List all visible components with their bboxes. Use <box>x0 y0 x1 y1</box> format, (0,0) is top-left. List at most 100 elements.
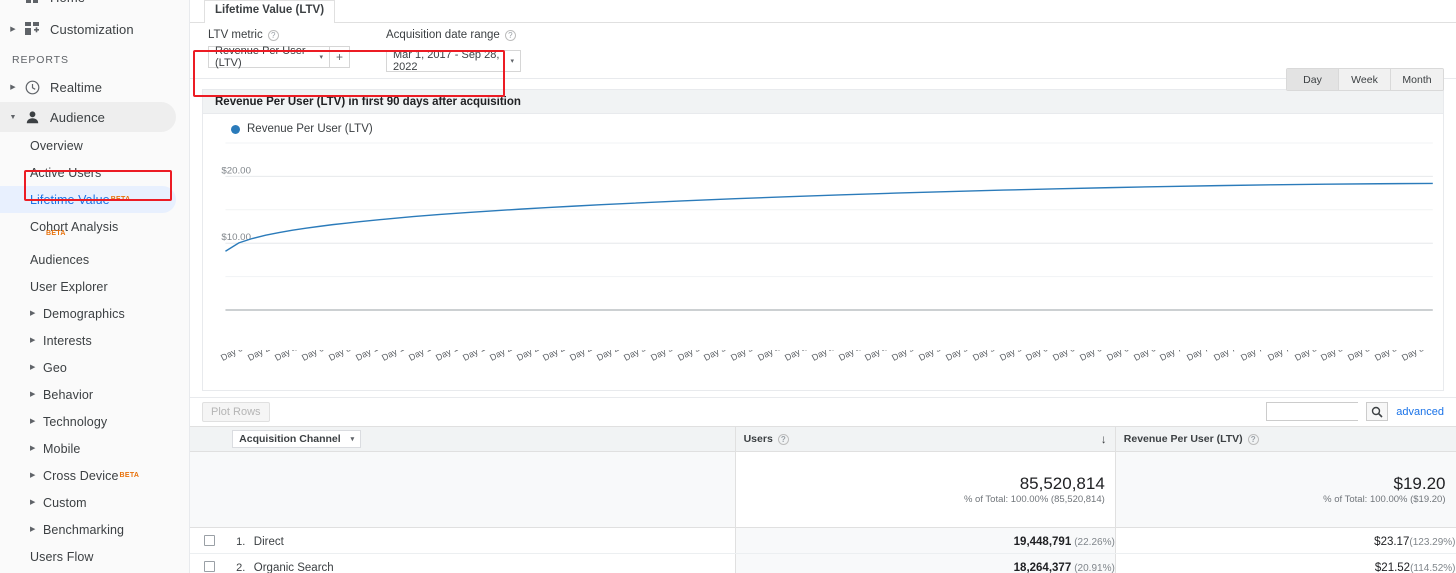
sidebar-item-cohort-analysis[interactable]: Cohort Analysis BETA <box>0 213 189 240</box>
row-checkbox[interactable] <box>203 560 215 572</box>
date-range-select[interactable]: Mar 1, 2017 - Sep 28, 2022 ▾ <box>386 49 521 73</box>
search-input[interactable] <box>1266 402 1359 421</box>
x-axis-tick-label: Day 26 <box>568 350 599 363</box>
tab-lifetime-value[interactable]: Lifetime Value (LTV) <box>204 0 336 23</box>
analytics-app: Home ▶ Customization REPORTS ▶ R <box>0 0 1456 573</box>
users-header[interactable]: Users ? ↓ <box>734 426 1116 452</box>
chevron-right-icon: ▶ <box>10 25 16 33</box>
sidebar-item-benchmarking[interactable]: ▶ Benchmarking <box>0 516 189 543</box>
sidebar-item-mobile-label: Mobile <box>43 441 81 456</box>
x-axis-tick-label: Day 8 <box>326 350 353 363</box>
tab-lifetime-value-label: Lifetime Value (LTV) <box>215 3 325 16</box>
row-checkbox-cell[interactable] <box>190 527 229 554</box>
chart-svg: $10.00 $20.00 <box>221 142 1443 311</box>
sidebar-item-audiences[interactable]: Audiences <box>0 246 189 273</box>
search-icon <box>1372 406 1383 418</box>
sidebar-item-home[interactable]: Home <box>0 0 189 8</box>
x-axis-tick-label: Day 30 <box>621 350 652 363</box>
totals-users-value: 85,520,814 <box>1019 474 1105 493</box>
chart-plot-area[interactable]: $10.00 $20.00 <box>203 135 1443 350</box>
x-axis-tick-label: Day 48 <box>863 350 894 363</box>
totals-users-sub: % of Total: 100.00% (85,520,814) <box>963 493 1105 505</box>
x-axis-tick-label: Day 42 <box>782 350 813 363</box>
sidebar-item-cohort-analysis-label: Cohort Analysis <box>30 219 119 234</box>
row-channel-label[interactable]: Direct <box>254 536 284 548</box>
x-axis-tick-label: Day 16 <box>434 350 464 363</box>
sidebar-item-geo-label: Geo <box>43 360 67 375</box>
control-bar: LTV metric ? Revenue Per User (LTV) ▾ + … <box>190 23 1456 97</box>
acquisition-channel-pill[interactable]: Acquisition Channel ▾ <box>232 430 362 448</box>
acquisition-channel-label: Acquisition Channel <box>239 433 341 445</box>
x-axis-tick-label: Day 82 <box>1319 350 1350 363</box>
sidebar-item-audience[interactable]: ▼ Audience <box>0 102 176 132</box>
row-rank: 2. <box>236 561 246 573</box>
svg-text:$10.00: $10.00 <box>221 232 251 243</box>
data-table: Acquisition Channel ▾ Users ? ↓ Revenue … <box>190 426 1456 573</box>
row-users-value: 18,264,377 <box>1013 561 1072 573</box>
x-axis-tick-label: Day 86 <box>1373 350 1404 363</box>
table-row[interactable]: 2. Organic Search 18,264,377 (20.91%) $21… <box>190 553 1456 573</box>
row-checkbox-cell[interactable] <box>190 553 229 573</box>
x-axis-tick-label: Day 46 <box>836 350 867 363</box>
granularity-week-button[interactable]: Week <box>1339 69 1391 90</box>
granularity-month-button[interactable]: Month <box>1391 69 1443 90</box>
select-all-header[interactable] <box>190 426 229 452</box>
ltv-metric-select[interactable]: Revenue Per User (LTV) ▾ <box>208 45 330 69</box>
help-icon[interactable]: ? <box>777 433 789 445</box>
row-users-value: 19,448,791 <box>1013 535 1072 548</box>
row-users-cell: 19,448,791 (22.26%) <box>734 527 1116 554</box>
sidebar-item-demographics[interactable]: ▶ Demographics <box>0 300 189 327</box>
plot-rows-button[interactable]: Plot Rows <box>202 402 270 422</box>
table-body: 85,520,814 % of Total: 100.00% (85,520,8… <box>190 451 1456 573</box>
sidebar-item-realtime[interactable]: ▶ Realtime <box>0 72 189 102</box>
totals-check-cell <box>190 451 229 528</box>
sidebar-item-mobile[interactable]: ▶ Mobile <box>0 435 189 462</box>
row-dimension-cell: 2. Organic Search <box>228 553 736 573</box>
sidebar-item-interests[interactable]: ▶ Interests <box>0 327 189 354</box>
sidebar-item-customization[interactable]: ▶ Customization <box>0 14 189 44</box>
x-axis-tick-label: Day 4 <box>273 350 299 363</box>
clock-icon <box>20 80 44 95</box>
sidebar-item-users-flow[interactable]: Users Flow <box>0 543 189 570</box>
advanced-link[interactable]: advanced <box>1396 406 1444 418</box>
sidebar-item-cross-device[interactable]: ▶ Cross Device BETA <box>0 462 189 489</box>
help-icon[interactable]: ? <box>1247 433 1259 445</box>
sidebar-item-lifetime-value[interactable]: Lifetime Value BETA <box>0 186 176 213</box>
chevron-down-icon: ▾ <box>319 54 323 61</box>
help-icon[interactable]: ? <box>504 29 516 41</box>
x-axis-tick-label: Day 58 <box>997 350 1028 363</box>
sort-descending-icon[interactable]: ↓ <box>1101 432 1107 446</box>
x-axis-tick-label: Day 50 <box>890 350 921 363</box>
table-header: Acquisition Channel ▾ Users ? ↓ Revenue … <box>190 426 1456 452</box>
ltv-metric-label-row: LTV metric ? <box>208 29 350 41</box>
x-axis-tick-label: Day 34 <box>675 350 706 363</box>
search-button[interactable] <box>1366 402 1389 421</box>
sidebar-item-overview[interactable]: Overview <box>0 132 189 159</box>
sidebar-item-technology-label: Technology <box>43 414 108 429</box>
row-channel-label[interactable]: Organic Search <box>254 562 334 573</box>
chevron-down-icon: ▾ <box>510 58 514 65</box>
granularity-day-button[interactable]: Day <box>1287 69 1339 90</box>
sidebar-item-user-explorer[interactable]: User Explorer <box>0 273 189 300</box>
sidebar-item-technology[interactable]: ▶ Technology <box>0 408 189 435</box>
x-axis-tick-label: Day 72 <box>1185 350 1216 363</box>
sidebar-item-geo[interactable]: ▶ Geo <box>0 354 189 381</box>
help-icon[interactable]: ? <box>267 29 279 41</box>
sidebar-item-behavior[interactable]: ▶ Behavior <box>0 381 189 408</box>
totals-rpu-cell: $19.20 % of Total: 100.00% ($19.20) <box>1114 451 1456 528</box>
x-axis-tick-label: Day 88 <box>1399 350 1430 363</box>
rpu-header[interactable]: Revenue Per User (LTV) ? <box>1114 426 1456 452</box>
row-checkbox[interactable] <box>203 534 215 546</box>
sidebar-item-custom[interactable]: ▶ Custom <box>0 489 189 516</box>
table-row[interactable]: 1. Direct 19,448,791 (22.26%) $23.17(123.… <box>190 527 1456 554</box>
table-search: advanced <box>1266 402 1444 421</box>
x-axis-tick-label: Day 28 <box>595 350 625 363</box>
row-users-cell: 18,264,377 (20.91%) <box>734 553 1116 573</box>
x-axis-tick-label: Day 66 <box>1104 350 1135 363</box>
add-metric-button[interactable]: + <box>330 46 350 68</box>
chart-card: Revenue Per User (LTV) in first 90 days … <box>202 89 1444 391</box>
chevron-right-icon: ▶ <box>30 337 36 344</box>
ltv-metric-control: LTV metric ? Revenue Per User (LTV) ▾ + <box>208 29 350 69</box>
x-axis-tick-label: Day 20 <box>487 350 518 363</box>
sidebar-item-active-users[interactable]: Active Users <box>0 159 189 186</box>
